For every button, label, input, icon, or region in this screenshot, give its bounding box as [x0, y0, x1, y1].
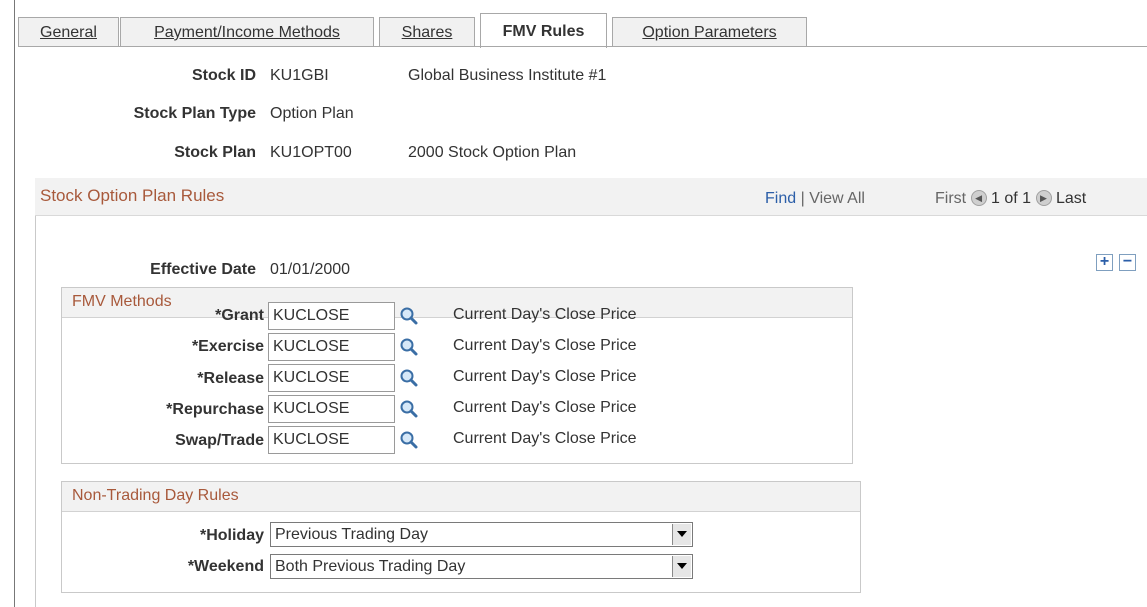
- last-link[interactable]: Last: [1056, 190, 1086, 207]
- release-label: *Release: [197, 370, 264, 387]
- tab-payment-income-methods-label: Payment/Income Methods: [154, 24, 340, 41]
- tab-option-parameters[interactable]: Option Parameters: [612, 17, 807, 47]
- tab-shares-label: Shares: [401, 24, 453, 41]
- repurchase-description: Current Day's Close Price: [453, 399, 637, 416]
- swap-trade-input[interactable]: KUCLOSE: [268, 426, 395, 454]
- effective-date-value: 01/01/2000: [270, 261, 351, 278]
- find-link[interactable]: Find: [765, 190, 796, 207]
- tab-payment-income-methods[interactable]: Payment/Income Methods: [120, 17, 374, 47]
- tab-fmv-rules-label: FMV Rules: [502, 23, 585, 40]
- effective-date-label: Effective Date: [150, 261, 256, 278]
- repurchase-lookup-icon[interactable]: [399, 399, 419, 419]
- release-description: Current Day's Close Price: [453, 368, 637, 385]
- stock-id-value: KU1GBI: [270, 67, 329, 84]
- view-all-link[interactable]: View All: [809, 190, 865, 207]
- stock-id-label: Stock ID: [191, 67, 256, 84]
- next-arrow-icon[interactable]: ▶: [1035, 190, 1052, 206]
- stock-plan-type-label: Stock Plan Type: [133, 105, 256, 122]
- exercise-lookup-icon[interactable]: [399, 337, 419, 357]
- weekend-select-value: Both Previous Trading Day: [275, 558, 466, 575]
- non-trading-day-rules-title: Non-Trading Day Rules: [72, 487, 239, 504]
- tab-option-parameters-label: Option Parameters: [642, 24, 777, 41]
- tab-fmv-rules[interactable]: FMV Rules: [480, 13, 607, 48]
- weekend-select[interactable]: Both Previous Trading Day: [270, 554, 693, 579]
- first-link[interactable]: First: [935, 190, 966, 207]
- stock-plan-type-value: Option Plan: [270, 105, 354, 122]
- swap-trade-lookup-icon[interactable]: [399, 430, 419, 450]
- exercise-label: *Exercise: [191, 338, 264, 355]
- row-count: 1 of 1: [991, 190, 1032, 207]
- scroll-nav: Find | View All: [765, 190, 865, 208]
- grant-lookup-icon[interactable]: [399, 306, 419, 326]
- holiday-select-value: Previous Trading Day: [275, 526, 428, 543]
- nav-separator: |: [800, 190, 805, 207]
- stock-plan-description: 2000 Stock Option Plan: [408, 144, 577, 161]
- grant-label: *Grant: [215, 307, 264, 324]
- previous-arrow-icon[interactable]: ◀: [970, 190, 987, 206]
- tab-bar: General Payment/Income Methods Shares FM…: [18, 13, 1147, 48]
- stock-plan-value: KU1OPT00: [270, 144, 352, 161]
- grant-description: Current Day's Close Price: [453, 306, 637, 323]
- tab-bar-divider: [18, 46, 1147, 47]
- tab-general[interactable]: General: [18, 17, 119, 47]
- weekend-label: *Weekend: [187, 558, 264, 575]
- stock-id-description: Global Business Institute #1: [408, 67, 607, 84]
- tab-general-label: General: [40, 24, 97, 41]
- swap-trade-description: Current Day's Close Price: [453, 430, 637, 447]
- stock-option-plan-rules-title: Stock Option Plan Rules: [40, 186, 225, 205]
- row-nav: First ◀ 1 of 1 ▶ Last: [935, 190, 1086, 208]
- page-left-border: [14, 0, 15, 607]
- exercise-input[interactable]: KUCLOSE: [268, 333, 395, 361]
- tab-shares[interactable]: Shares: [379, 17, 475, 47]
- release-input[interactable]: KUCLOSE: [268, 364, 395, 392]
- repurchase-label: *Repurchase: [166, 401, 264, 418]
- swap-trade-label: Swap/Trade: [175, 432, 264, 449]
- release-lookup-icon[interactable]: [399, 368, 419, 388]
- delete-row-button[interactable]: −: [1119, 254, 1136, 271]
- holiday-select[interactable]: Previous Trading Day: [270, 522, 693, 547]
- repurchase-input[interactable]: KUCLOSE: [268, 395, 395, 423]
- stock-plan-label: Stock Plan: [174, 144, 256, 161]
- grant-input[interactable]: KUCLOSE: [268, 302, 395, 330]
- holiday-label: *Holiday: [199, 527, 264, 544]
- weekend-dropdown-icon[interactable]: [672, 556, 691, 577]
- exercise-description: Current Day's Close Price: [453, 337, 637, 354]
- holiday-dropdown-icon[interactable]: [672, 524, 691, 545]
- add-row-button[interactable]: +: [1096, 254, 1113, 271]
